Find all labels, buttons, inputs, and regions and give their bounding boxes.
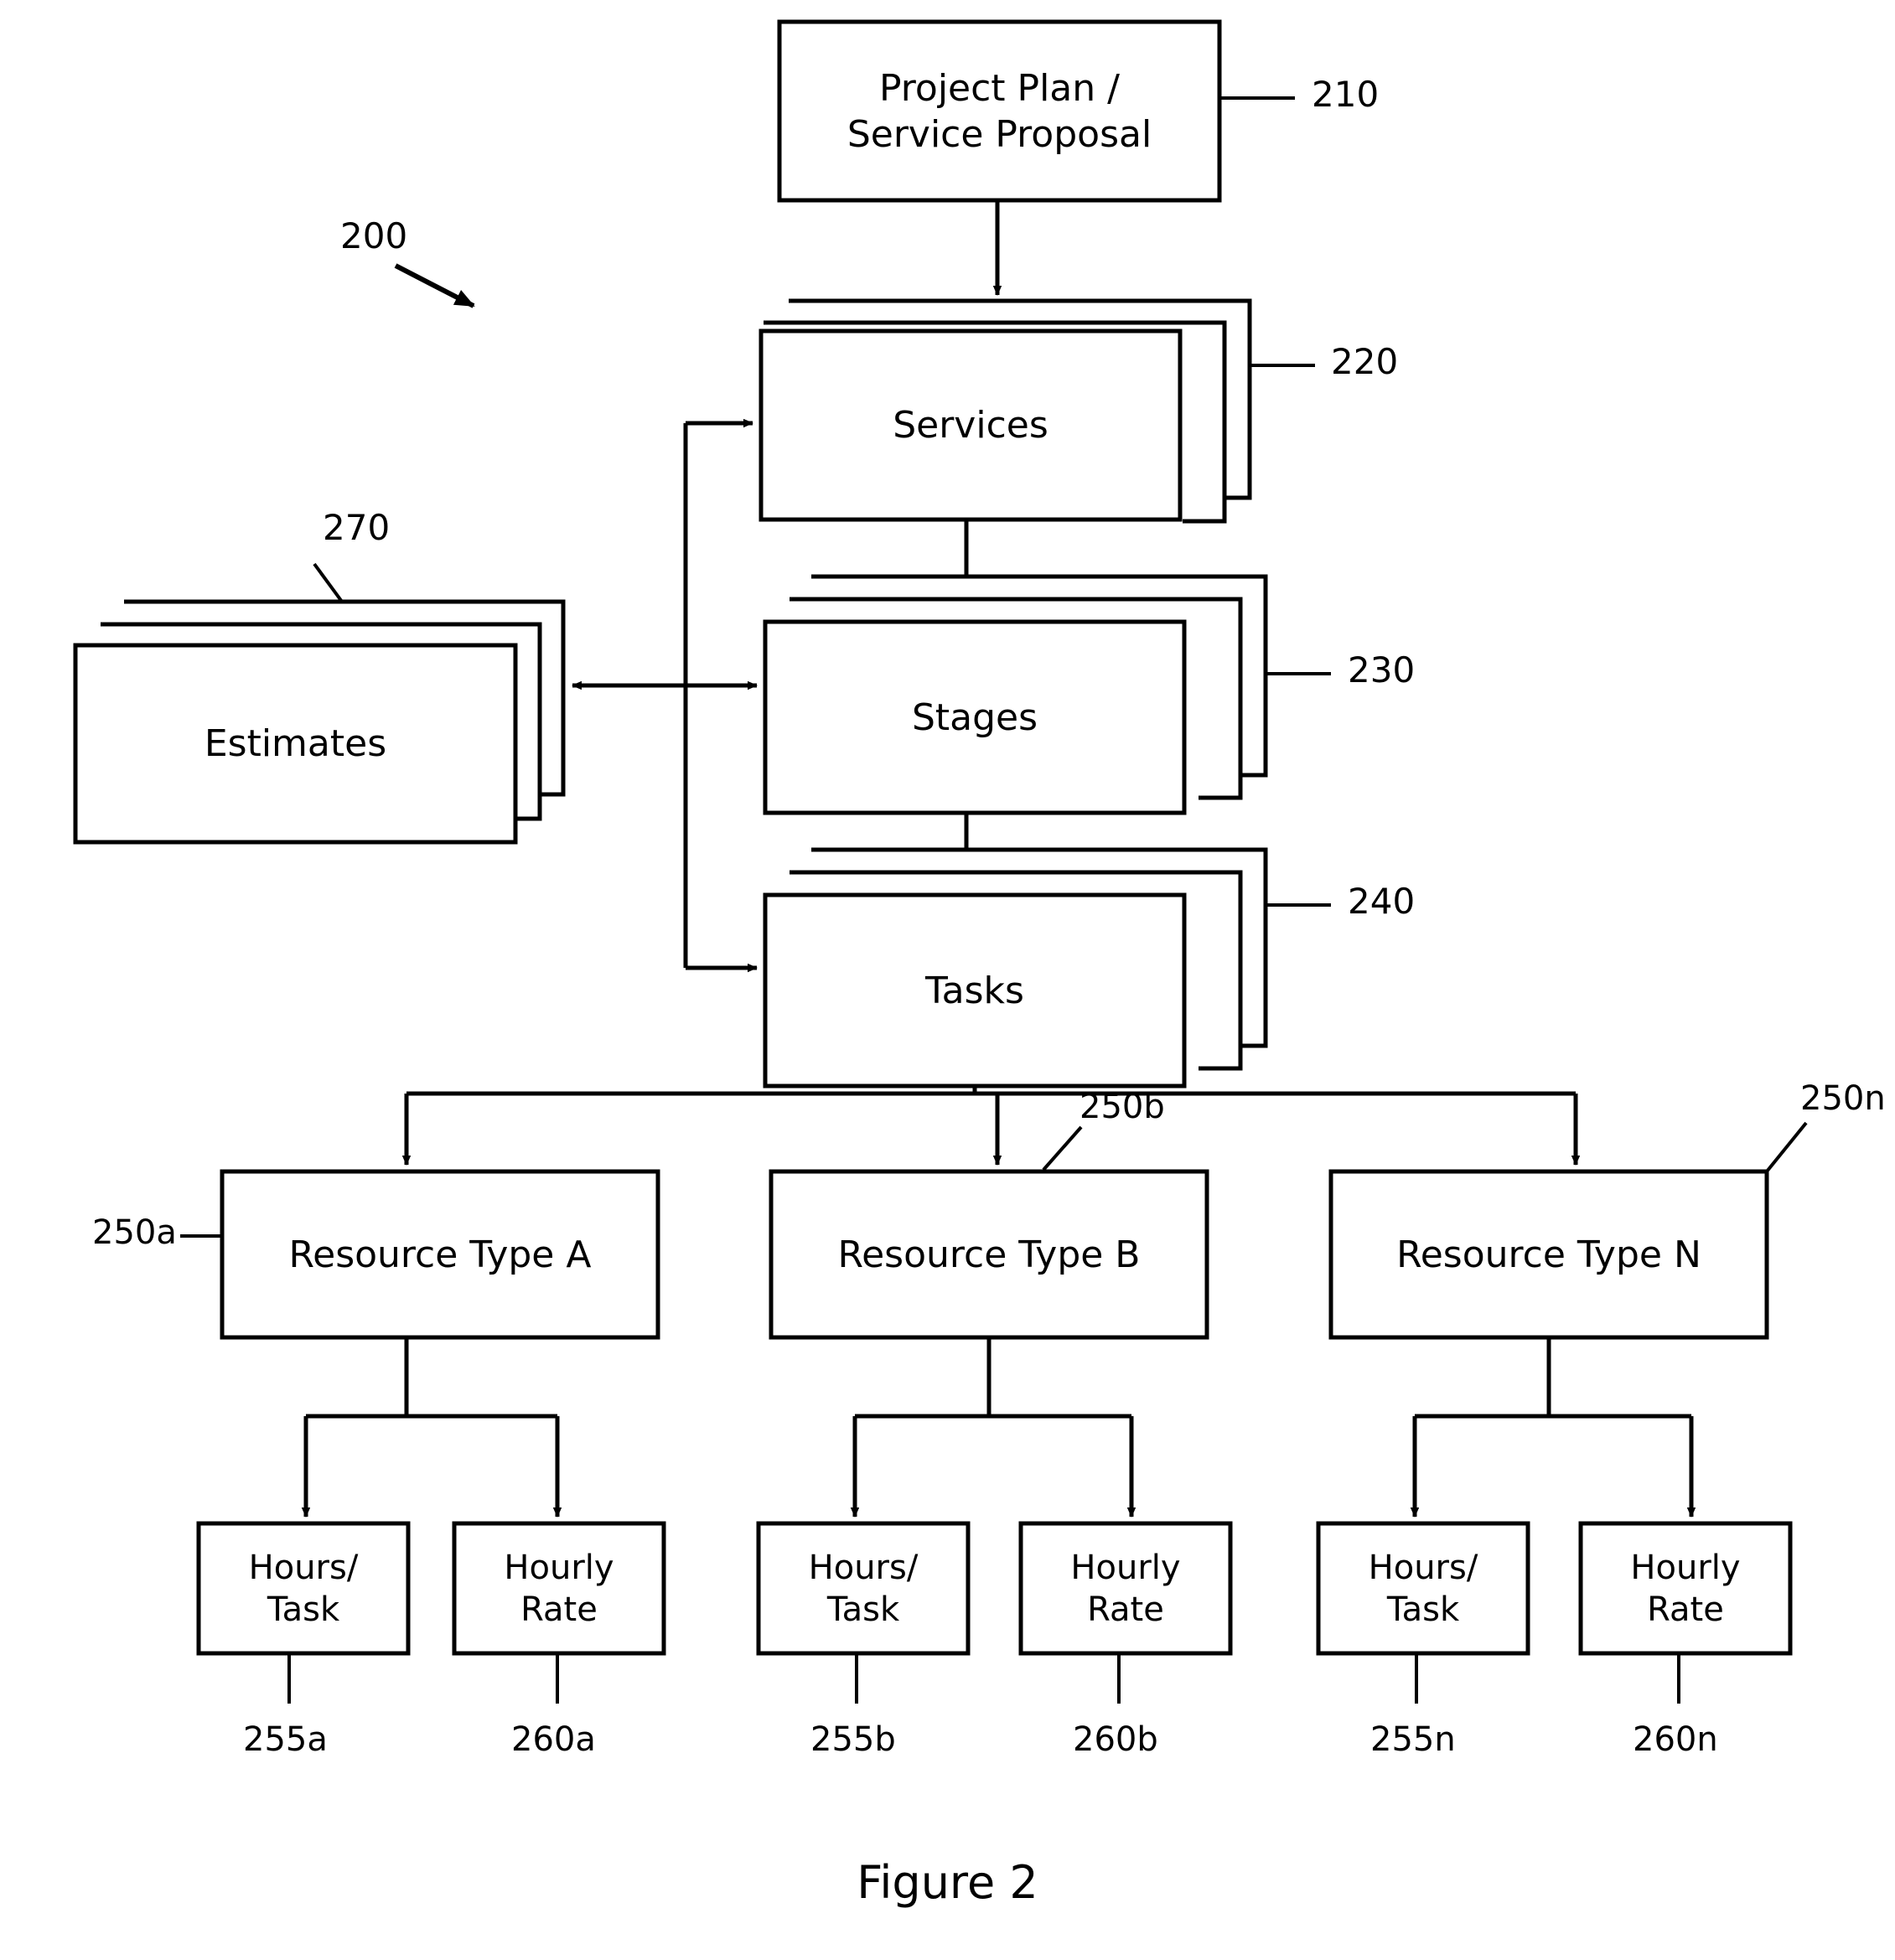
node-hours-task-a-box (196, 1521, 411, 1656)
ref-label-255b: 255b (810, 1720, 896, 1759)
leader-250b (1042, 1125, 1083, 1171)
ref-label-255n: 255n (1370, 1720, 1456, 1759)
node-hourly-rate-b-box (1018, 1521, 1233, 1656)
leader-250n (1765, 1121, 1808, 1173)
ref-label-220: 220 (1331, 341, 1399, 382)
ref-label-270: 270 (323, 507, 391, 548)
node-hourly-rate-n-box (1578, 1521, 1793, 1656)
ref-label-250b: 250b (1080, 1088, 1165, 1126)
ref-label-260b: 260b (1073, 1720, 1158, 1759)
node-estimates-front (73, 643, 518, 845)
node-stages-front (763, 619, 1187, 815)
ref-label-250n: 250n (1800, 1079, 1886, 1118)
ref-label-260n: 260n (1633, 1720, 1718, 1759)
ref-label-200: 200 (340, 215, 408, 256)
node-services-front (759, 328, 1183, 522)
diagram-canvas (73, 19, 1808, 1704)
node-hours-task-n-box (1316, 1521, 1530, 1656)
node-hourly-rate-a-box (452, 1521, 666, 1656)
node-resource-n-box (1328, 1169, 1769, 1340)
node-hours-task-b-box (756, 1521, 971, 1656)
node-resource-b-box (769, 1169, 1209, 1340)
leader-270 (313, 562, 344, 603)
ref-label-260a: 260a (511, 1720, 596, 1759)
ref-label-240: 240 (1348, 881, 1416, 922)
patent-figure: Project Plan / Service Proposal 210 200 … (0, 0, 1895, 1960)
ref-label-230: 230 (1348, 649, 1416, 690)
ref-label-255a: 255a (243, 1720, 328, 1759)
ref-label-210: 210 (1312, 74, 1380, 115)
figure-caption: Figure 2 (857, 1856, 1038, 1909)
node-tasks-front (763, 892, 1187, 1089)
node-project-plan-box (777, 19, 1222, 203)
node-resource-a-box (220, 1169, 660, 1340)
system-arrow-200 (394, 263, 475, 308)
ref-label-250a: 250a (92, 1213, 177, 1252)
